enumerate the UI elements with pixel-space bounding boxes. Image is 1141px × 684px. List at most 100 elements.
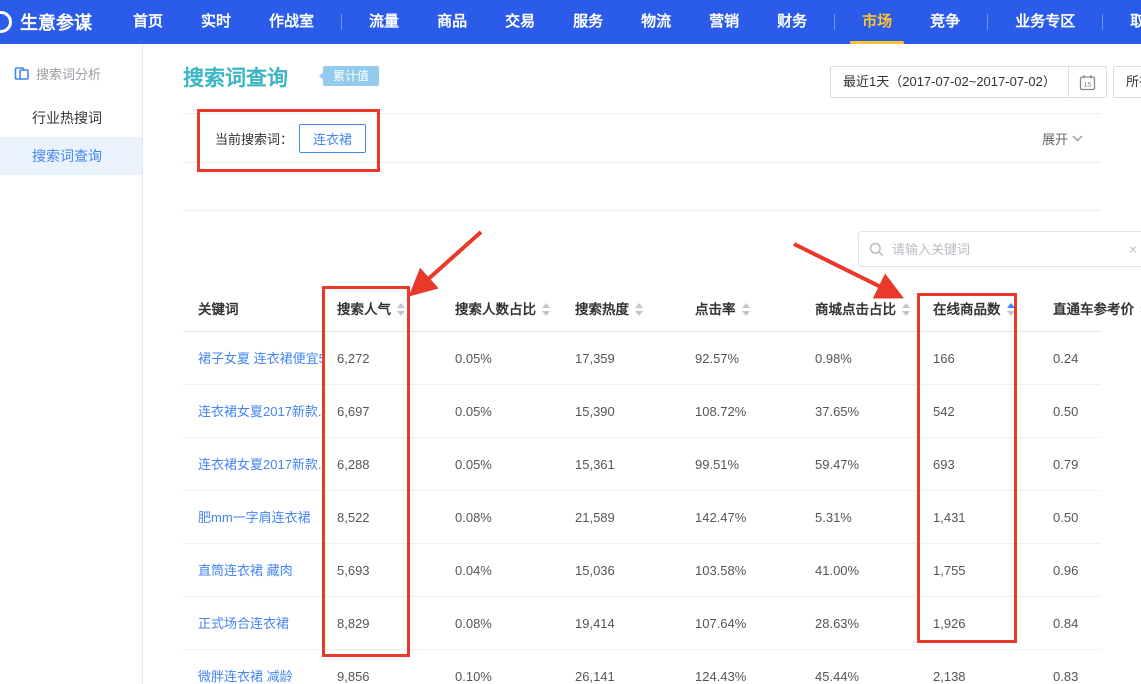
col-header-online-products[interactable]: 在线商品数 [918, 287, 1038, 332]
svg-text:15: 15 [1083, 82, 1091, 89]
table-cell: 0.50 [1038, 491, 1101, 543]
col-header-mall-click-ratio[interactable]: 商城点击占比 [800, 287, 918, 332]
clear-search-icon[interactable]: × [1129, 241, 1137, 257]
sort-icon[interactable] [742, 303, 750, 316]
table-cell: 2,138 [918, 650, 1038, 684]
table-cell: 99.51% [680, 438, 800, 490]
table-cell: 15,361 [560, 438, 680, 490]
table-row: 裙子女夏 连衣裙便宜5... 6,272 0.05% 17,359 92.57%… [183, 332, 1101, 385]
sort-icon[interactable] [542, 303, 550, 316]
table-cell: 0.10% [440, 650, 560, 684]
sort-icon[interactable] [397, 303, 405, 316]
section-divider [183, 210, 1101, 211]
chevron-down-icon [1072, 135, 1083, 142]
nav-item-marketing[interactable]: 营销 [709, 0, 739, 44]
table-cell: 6,272 [322, 332, 440, 384]
expand-toggle[interactable]: 展开 [1042, 129, 1083, 148]
date-range-value[interactable]: 最近1天（2017-07-02~2017-07-02） [830, 66, 1069, 98]
keyword-search-input[interactable] [892, 242, 1129, 257]
table-cell: 108.72% [680, 385, 800, 437]
table-cell: 9,856 [322, 650, 440, 684]
current-search-term-label: 当前搜索词： [215, 129, 293, 148]
sort-icon[interactable] [902, 303, 910, 316]
table-cell: 0.04% [440, 544, 560, 596]
table-cell: 1,926 [918, 597, 1038, 649]
table-cell: 6,697 [322, 385, 440, 437]
current-search-term-panel: 当前搜索词： 连衣裙 展开 [183, 113, 1101, 163]
keyword-link[interactable]: 直筒连衣裙 藏肉 [183, 544, 322, 596]
report-icon [14, 66, 29, 81]
table-cell: 103.58% [680, 544, 800, 596]
keyword-link[interactable]: 连衣裙女夏2017新款... [183, 438, 322, 490]
nav-item-warroom[interactable]: 作战室 [269, 0, 314, 44]
col-header-search-popularity[interactable]: 搜索人气 [322, 287, 440, 332]
nav-divider [987, 14, 988, 30]
table-cell: 5.31% [800, 491, 918, 543]
table-cell: 21,589 [560, 491, 680, 543]
table-cell: 8,522 [322, 491, 440, 543]
table-cell: 92.57% [680, 332, 800, 384]
nav-item-market[interactable]: 市场 [862, 0, 892, 44]
logo-icon [0, 11, 12, 33]
table-row: 直筒连衣裙 藏肉 5,693 0.04% 15,036 103.58% 41.0… [183, 544, 1101, 597]
table-cell: 0.08% [440, 491, 560, 543]
terminal-filter-select[interactable]: 所有终端 [1113, 66, 1141, 98]
nav-item-traffic[interactable]: 流量 [369, 0, 399, 44]
table-cell: 5,693 [322, 544, 440, 596]
table-cell: 124.43% [680, 650, 800, 684]
cumulative-value-badge: 累计值 [323, 66, 379, 86]
table-cell: 0.05% [440, 332, 560, 384]
sidebar-item-search-word-query[interactable]: 搜索词查询 [0, 137, 142, 175]
sidebar-section-label: 搜索词分析 [36, 64, 101, 83]
table-cell: 0.05% [440, 385, 560, 437]
nav-item-finance[interactable]: 财务 [777, 0, 807, 44]
nav-item-logistics[interactable]: 物流 [641, 0, 671, 44]
nav-item-business-zone[interactable]: 业务专区 [1015, 0, 1075, 44]
col-header-search-heat[interactable]: 搜索热度 [560, 287, 680, 332]
keyword-search-box: × [858, 231, 1141, 267]
sidebar-item-industry-hot-words[interactable]: 行业热搜词 [0, 99, 142, 137]
table-cell: 107.64% [680, 597, 800, 649]
table-row: 连衣裙女夏2017新款... 6,697 0.05% 15,390 108.72… [183, 385, 1101, 438]
sidebar: 搜索词分析 行业热搜词 搜索词查询 [0, 44, 143, 684]
page-title: 搜索词查询 [183, 62, 288, 92]
nav-item-data-fetch[interactable]: 取数 [1130, 0, 1141, 44]
table-cell: 0.79 [1038, 438, 1101, 490]
nav-item-service[interactable]: 服务 [573, 0, 603, 44]
col-header-searcher-ratio[interactable]: 搜索人数占比 [440, 287, 560, 332]
logo-text: 生意参谋 [20, 9, 92, 35]
table-cell: 693 [918, 438, 1038, 490]
table-cell: 542 [918, 385, 1038, 437]
keyword-link[interactable]: 正式场合连衣裙 [183, 597, 322, 649]
table-cell: 26,141 [560, 650, 680, 684]
col-header-ztc-reference-price[interactable]: 直通车参考价 [1038, 287, 1141, 332]
table-body: 裙子女夏 连衣裙便宜5... 6,272 0.05% 17,359 92.57%… [183, 332, 1101, 684]
nav-item-home[interactable]: 首页 [133, 0, 163, 44]
nav-item-competition[interactable]: 竞争 [930, 0, 960, 44]
sort-icon[interactable] [635, 303, 643, 316]
keyword-link[interactable]: 连衣裙女夏2017新款... [183, 385, 322, 437]
table-cell: 59.47% [800, 438, 918, 490]
top-nav: 生意参谋 首页 实时 作战室 流量 商品 交易 服务 物流 营销 财务 市场 竞… [0, 0, 1141, 44]
table-cell: 19,414 [560, 597, 680, 649]
nav-item-trade[interactable]: 交易 [505, 0, 535, 44]
table-cell: 17,359 [560, 332, 680, 384]
keyword-link[interactable]: 微胖连衣裙 减龄 [183, 650, 322, 684]
sort-icon-active-asc[interactable] [1007, 303, 1015, 316]
sidebar-section-search-analysis: 搜索词分析 [0, 44, 142, 83]
search-term-tag[interactable]: 连衣裙 [299, 124, 366, 153]
main-content: 搜索词查询 累计值 最近1天（2017-07-02~2017-07-02） 15… [143, 44, 1141, 684]
nav-menu: 首页 实时 作战室 流量 商品 交易 服务 物流 营销 财务 市场 竞争 业务专… [114, 0, 1141, 44]
col-header-click-rate[interactable]: 点击率 [680, 287, 800, 332]
table-cell: 0.50 [1038, 385, 1101, 437]
table-cell: 142.47% [680, 491, 800, 543]
keyword-link[interactable]: 裙子女夏 连衣裙便宜5... [183, 332, 322, 384]
table-cell: 8,829 [322, 597, 440, 649]
calendar-icon[interactable]: 15 [1069, 66, 1107, 98]
page: 生意参谋 首页 实时 作战室 流量 商品 交易 服务 物流 营销 财务 市场 竞… [0, 0, 1141, 684]
nav-item-products[interactable]: 商品 [437, 0, 467, 44]
keyword-link[interactable]: 肥mm一字肩连衣裙 [183, 491, 322, 543]
table-cell: 41.00% [800, 544, 918, 596]
nav-item-realtime[interactable]: 实时 [201, 0, 231, 44]
table-cell: 0.05% [440, 438, 560, 490]
